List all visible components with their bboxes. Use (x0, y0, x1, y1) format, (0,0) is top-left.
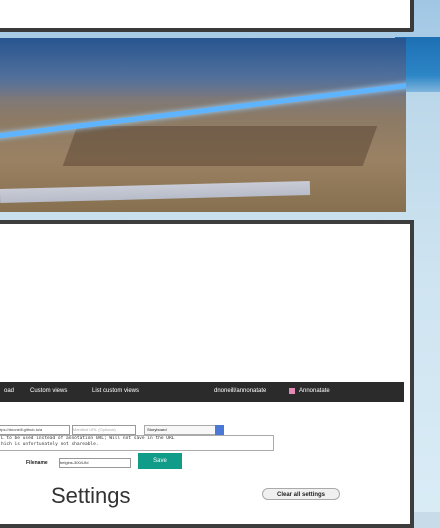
view-select[interactable]: Storyboard (144, 425, 224, 435)
nav-item-custom-views[interactable]: Custom views (30, 388, 67, 394)
nav-app-name[interactable]: Annonatate (299, 388, 330, 394)
video-frame (0, 38, 406, 212)
video-ceiling (0, 38, 406, 98)
nav-repo-link[interactable]: dnoneill/annonatate (214, 388, 266, 394)
app-logo-icon (289, 388, 295, 394)
filename-input[interactable]: beigins-3004-fld (59, 458, 131, 468)
video-tape-strip (0, 180, 311, 204)
url-input[interactable]: ttps://dnoneill.github.io/a (0, 425, 70, 435)
view-select-value: Storyboard (147, 427, 167, 432)
nav-item-list-custom-views[interactable]: List custom views (92, 388, 139, 394)
app-navbar: oad Custom views List custom views dnone… (0, 382, 404, 402)
video-shadow (62, 126, 378, 166)
nav-item-partial[interactable]: oad (4, 388, 14, 394)
app-screenshot-panel: oad Custom views List custom views dnone… (0, 220, 414, 528)
select-arrow-icon (215, 425, 224, 435)
manifest-url-input[interactable]: Manifest URL (Optional) (72, 425, 136, 435)
notice-textarea[interactable]: L to be used instead of annotation URL; … (0, 435, 274, 451)
save-button[interactable]: Save (138, 453, 182, 469)
filename-label: Filename (26, 460, 48, 466)
settings-title: Settings (51, 483, 131, 508)
top-white-panel (0, 0, 414, 32)
clear-settings-button[interactable]: Clear all settings (262, 488, 340, 500)
